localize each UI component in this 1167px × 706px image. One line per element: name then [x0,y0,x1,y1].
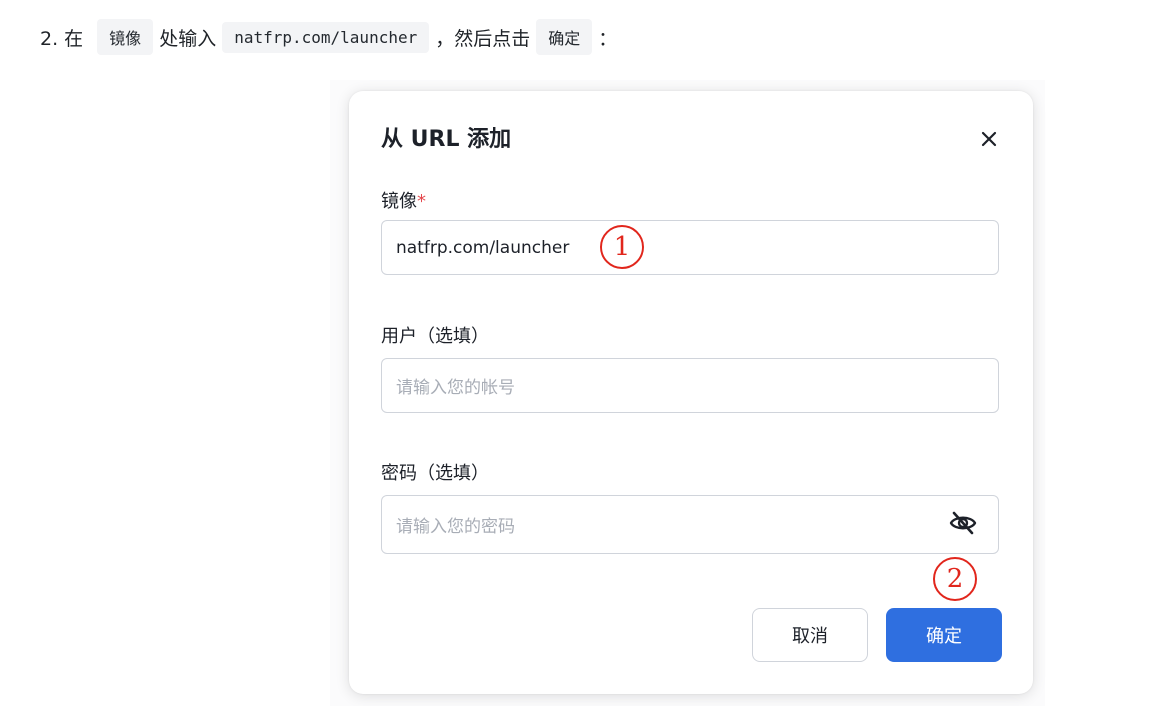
instruction-line: 2. 在 镜像 处输入 natfrp.com/launcher ，然后点击 确定… [40,18,617,56]
marker-1-number: 1 [613,232,631,262]
close-icon[interactable] [979,129,999,149]
image-label: 镜像* [381,187,426,213]
instruction-middle: 处输入 [159,27,217,50]
dialog-screenshot: 从 URL 添加 镜像* natfrp.com/launcher 1 用户（选填… [330,80,1045,706]
required-mark: * [417,191,426,212]
instruction-suffix: ： [598,27,618,50]
image-input[interactable]: natfrp.com/launcher [381,220,999,275]
instruction-prefix: 2. 在 [40,27,84,50]
dialog-title: 从 URL 添加 [381,127,512,152]
annotation-marker-2: 2 [933,557,977,601]
code-url: natfrp.com/launcher [222,21,430,53]
image-input-value: natfrp.com/launcher [396,237,570,258]
cancel-button[interactable]: 取消 [752,608,868,662]
code-image: 镜像 [97,19,154,55]
user-label: 用户（选填） [381,326,489,347]
image-label-text: 镜像 [381,191,417,212]
confirm-button[interactable]: 确定 [886,608,1002,662]
instruction-after: ，然后点击 [435,27,531,50]
marker-2-number: 2 [946,564,964,594]
add-from-url-dialog: 从 URL 添加 镜像* natfrp.com/launcher 1 用户（选填… [349,91,1033,694]
password-input-placeholder: 请输入您的密码 [396,517,515,537]
annotation-marker-1: 1 [600,225,644,269]
code-confirm: 确定 [536,19,593,55]
user-input[interactable]: 请输入您的帐号 [381,358,999,413]
password-input[interactable]: 请输入您的密码 [381,495,999,554]
password-label: 密码（选填） [381,463,489,484]
user-input-placeholder: 请输入您的帐号 [396,378,515,398]
eye-off-icon[interactable] [948,509,978,537]
